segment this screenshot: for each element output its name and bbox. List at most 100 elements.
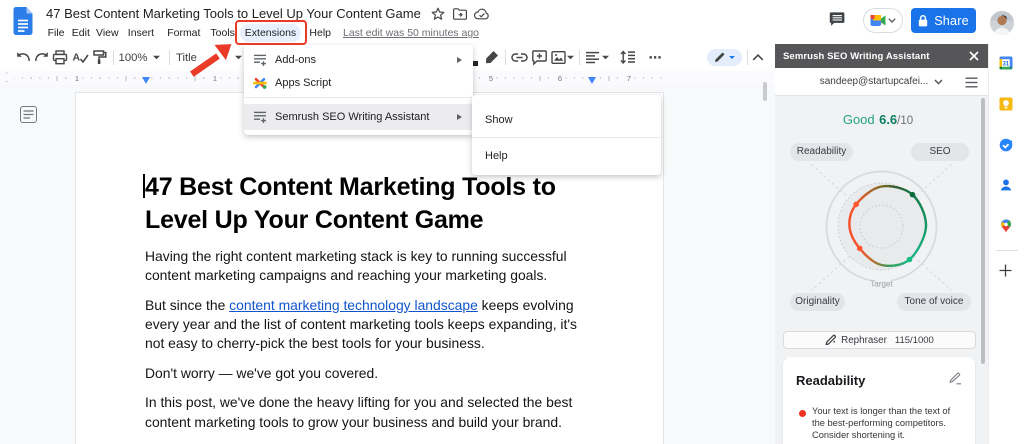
- menu-format[interactable]: Format: [162, 24, 205, 42]
- rephraser-label: Rephraser: [841, 335, 887, 346]
- highlight-pen-icon[interactable]: [484, 44, 500, 71]
- toolbar-more-icon[interactable]: ⋯: [645, 44, 665, 71]
- contacts-icon[interactable]: [999, 178, 1013, 192]
- comment-history-icon[interactable]: [829, 11, 846, 28]
- star-icon[interactable]: [431, 7, 445, 21]
- redo-icon[interactable]: [33, 44, 50, 71]
- semrush-submenu: Show Help: [472, 95, 661, 175]
- editing-mode-button[interactable]: [707, 49, 742, 66]
- list-plus-icon: [253, 53, 267, 67]
- gauge-target-label: Target: [870, 280, 893, 289]
- readability-card-title: Readability: [796, 373, 865, 388]
- google-docs-logo-icon[interactable]: [13, 7, 33, 35]
- top-bar: 47 Best Content Marketing Tools to Level…: [0, 0, 1024, 44]
- document-heading[interactable]: 47 Best Content Marketing Tools to Level…: [145, 171, 590, 237]
- tasks-icon[interactable]: [999, 138, 1013, 152]
- menu-help[interactable]: Help: [304, 24, 336, 42]
- insert-image-icon[interactable]: [551, 44, 566, 71]
- toolbar-separator: [505, 50, 506, 65]
- document-outline-icon[interactable]: [20, 106, 37, 123]
- profile-avatar[interactable]: [990, 11, 1014, 35]
- last-edit-status[interactable]: Last edit was 50 minutes ago: [343, 26, 479, 41]
- maps-icon[interactable]: [999, 219, 1013, 233]
- toolbar-separator: [169, 50, 170, 65]
- calendar-glyph: 31: [1002, 62, 1009, 68]
- submenu-item-show[interactable]: Show: [472, 103, 661, 137]
- calendar-icon[interactable]: 31: [999, 56, 1013, 70]
- cloud-saved-icon[interactable]: [474, 8, 490, 20]
- edit-pencil-icon[interactable]: [949, 372, 962, 385]
- add-comment-icon[interactable]: [532, 44, 547, 71]
- move-folder-icon[interactable]: [453, 8, 467, 20]
- rail-divider: [996, 250, 1018, 251]
- image-dropdown-chevron-icon[interactable]: [566, 44, 575, 71]
- share-button[interactable]: Share: [911, 8, 976, 33]
- ruler-number: 7: [624, 74, 634, 83]
- submenu-item-help[interactable]: Help: [472, 138, 661, 174]
- paragraph[interactable]: In this post, we've done the heavy lifti…: [145, 393, 590, 431]
- google-docs-app: 47 Best Content Marketing Tools to Level…: [0, 0, 1024, 444]
- toolbar-separator: [747, 50, 748, 65]
- menu-item-semrush[interactable]: Semrush SEO Writing Assistant: [244, 104, 473, 130]
- meet-dropdown-chevron-icon: [888, 18, 896, 23]
- panel-scrollbar[interactable]: [981, 98, 985, 364]
- get-add-ons-plus-icon[interactable]: [998, 263, 1013, 278]
- submenu-arrow-icon: [457, 114, 462, 120]
- close-icon[interactable]: [969, 51, 979, 61]
- annotation-arrow: [188, 42, 236, 78]
- document-scrollbar[interactable]: [763, 82, 768, 101]
- spellcheck-icon[interactable]: A: [72, 44, 89, 71]
- gauge-dot-originality: [857, 246, 863, 252]
- keep-icon[interactable]: [999, 97, 1013, 111]
- document-title[interactable]: 47 Best Content Marketing Tools to Level…: [46, 6, 421, 21]
- rephraser-button[interactable]: Rephraser 115/1000: [783, 331, 976, 349]
- paragraph[interactable]: But since the content marketing technolo…: [145, 296, 590, 354]
- paragraph[interactable]: Don't worry — we've got you covered.: [145, 364, 590, 383]
- insert-link-icon[interactable]: [511, 44, 528, 71]
- menu-item-add-ons[interactable]: Add-ons: [244, 48, 473, 71]
- print-icon[interactable]: [52, 44, 68, 71]
- left-indent-marker[interactable]: [142, 77, 150, 84]
- undo-icon[interactable]: [15, 44, 32, 71]
- align-dropdown-chevron-icon[interactable]: [601, 44, 610, 71]
- ruler-blank-end: [666, 71, 775, 85]
- semrush-panel: Semrush SEO Writing Assistant sandeep@st…: [775, 44, 988, 444]
- score-max: /10: [897, 115, 913, 127]
- panel-hamburger-menu-icon[interactable]: [965, 77, 978, 88]
- gauge-dot-tone: [907, 257, 913, 263]
- editing-dropdown-chevron-icon: [728, 55, 736, 60]
- extensions-dropdown-menu: Add-ons Apps Script Semrush SEO Writing …: [244, 45, 473, 135]
- align-icon[interactable]: [585, 44, 600, 71]
- menu-view[interactable]: View: [91, 24, 124, 42]
- annotation-highlight-box: [235, 20, 307, 45]
- toolbar-separator: [579, 50, 580, 65]
- menu-file[interactable]: File: [43, 24, 70, 42]
- submenu-arrow-icon: [457, 57, 462, 63]
- score-value: 6.6: [879, 112, 897, 127]
- menu-item-apps-script[interactable]: Apps Script: [244, 71, 473, 94]
- panel-title: Semrush SEO Writing Assistant: [783, 51, 930, 62]
- right-indent-marker[interactable]: [588, 77, 596, 84]
- account-chevron-down-icon[interactable]: [934, 79, 943, 85]
- toolbar-separator: [113, 50, 114, 65]
- menu-insert[interactable]: Insert: [123, 24, 159, 42]
- score-gauge-chart: Target: [801, 146, 962, 307]
- meet-button[interactable]: [863, 8, 903, 33]
- paint-format-icon[interactable]: [92, 44, 108, 71]
- panel-header: Semrush SEO Writing Assistant: [775, 44, 988, 68]
- hide-menus-chevron-up-icon[interactable]: [752, 44, 764, 71]
- account-email[interactable]: sandeep@startupcafei...: [820, 76, 929, 87]
- editing-pencil-icon: [714, 52, 725, 63]
- gauge-dot-seo: [910, 192, 916, 198]
- text-cursor: [143, 174, 145, 198]
- line-spacing-icon[interactable]: [620, 44, 636, 71]
- paragraph[interactable]: Having the right content marketing stack…: [145, 247, 590, 285]
- issue-text: Your text is longer than the text of the…: [812, 405, 958, 441]
- metric-pill-tone-of-voice[interactable]: Tone of voice: [897, 293, 971, 311]
- apps-script-icon: [253, 76, 267, 90]
- hyperlink[interactable]: content marketing technology landscape: [229, 297, 478, 313]
- menu-divider: [244, 97, 473, 98]
- metric-pill-originality[interactable]: Originality: [790, 293, 845, 311]
- zoom-dropdown-chevron-icon[interactable]: [152, 44, 161, 71]
- zoom-select[interactable]: 100%: [118, 44, 148, 71]
